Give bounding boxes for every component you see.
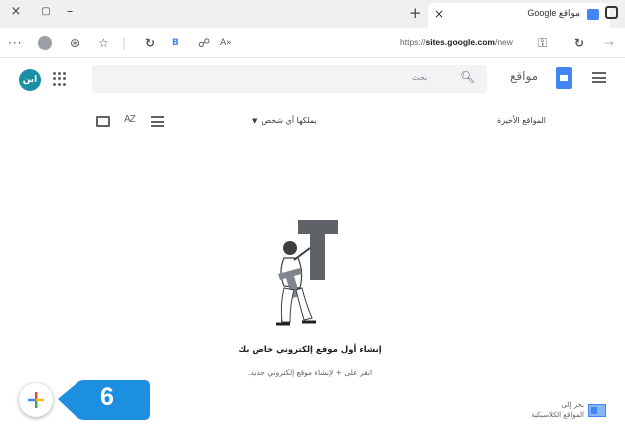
url-prefix: https:// (400, 37, 426, 47)
favorites-icon[interactable]: ☆ (98, 35, 109, 51)
forward-icon[interactable]: → (604, 35, 614, 51)
url-path: /new (494, 37, 513, 47)
browser-toolbar: ··· ⊛ ☆ | ↻ B ☍ A» https://sites.google.… (0, 28, 625, 58)
bing-icon[interactable]: B (172, 35, 179, 51)
more-options-icon[interactable]: ··· (8, 35, 22, 51)
user-avatar[interactable]: ابن (19, 69, 41, 91)
new-tab-button[interactable]: + (409, 4, 422, 22)
empty-state-title: إنشاء أول موقع إلكتروني خاص بك (238, 345, 382, 355)
google-apps-icon[interactable] (53, 72, 67, 86)
tab-title: مواقع Google (527, 8, 580, 18)
window-minimize-icon[interactable]: – (62, 4, 78, 20)
owner-filter-label: يملكها أي شخص (261, 116, 317, 125)
window-restore-icon[interactable]: ▢ (38, 4, 54, 20)
classic-sites-line2: المواقع الكلاسيكية (531, 411, 584, 419)
collections-icon[interactable]: ↻ (145, 35, 155, 51)
empty-state-illustration (276, 220, 338, 326)
sites-header: ابن بحث 🔍︎ مواقع (0, 59, 625, 97)
window-close-icon[interactable]: × (8, 4, 24, 20)
read-aloud-icon[interactable]: A» (220, 35, 232, 51)
toolbar-divider: | (122, 36, 127, 50)
profile-avatar-icon[interactable] (38, 36, 52, 50)
refresh-icon[interactable]: ↻ (574, 35, 584, 51)
tab-close-icon[interactable]: × (434, 7, 444, 21)
caret-down-icon: ▼ (252, 117, 258, 125)
sort-az-icon[interactable]: AZ (124, 114, 136, 125)
list-view-icon[interactable] (151, 116, 164, 127)
address-bar[interactable]: https://sites.google.com/new (400, 37, 513, 47)
sites-logo-icon[interactable] (556, 67, 572, 89)
plus-icon (28, 392, 44, 408)
search-placeholder: بحث (412, 73, 428, 82)
owner-filter-dropdown[interactable]: يملكها أي شخص▼ (252, 116, 317, 125)
create-site-button[interactable] (19, 383, 53, 417)
sites-favicon-icon (587, 9, 599, 20)
classic-sites-text: بحر إلى المواقع الكلاسيكية (531, 400, 584, 420)
browser-title-bar: × ▢ – + × مواقع Google (0, 0, 625, 28)
browser-tab[interactable]: × مواقع Google (428, 3, 610, 28)
app-title: مواقع (510, 69, 539, 83)
classic-sites-icon (588, 404, 606, 417)
main-menu-icon[interactable] (592, 72, 606, 83)
search-icon[interactable]: 🔍︎ (460, 70, 475, 84)
share-icon[interactable]: ☍ (198, 35, 210, 51)
lock-icon[interactable]: ⚿ (538, 35, 547, 51)
url-host: sites.google.com (425, 37, 495, 47)
classic-sites-link[interactable]: بحر إلى المواقع الكلاسيكية (510, 398, 610, 428)
extensions-icon[interactable]: ⊛ (70, 35, 80, 51)
sidebar-toggle-icon[interactable] (605, 6, 618, 19)
search-input[interactable]: بحث 🔍︎ (92, 65, 487, 93)
recent-sites-label: المواقع الأخيرة (497, 116, 547, 125)
folder-icon[interactable] (96, 116, 110, 127)
sites-list-header: AZ يملكها أي شخص▼ المواقع الأخيرة (0, 110, 625, 134)
empty-state-subtitle: انقر على + لإنشاء موقع إلكتروني جديد. (247, 368, 373, 377)
step-number: 6 (100, 383, 114, 411)
classic-sites-line1: بحر إلى (561, 401, 584, 409)
